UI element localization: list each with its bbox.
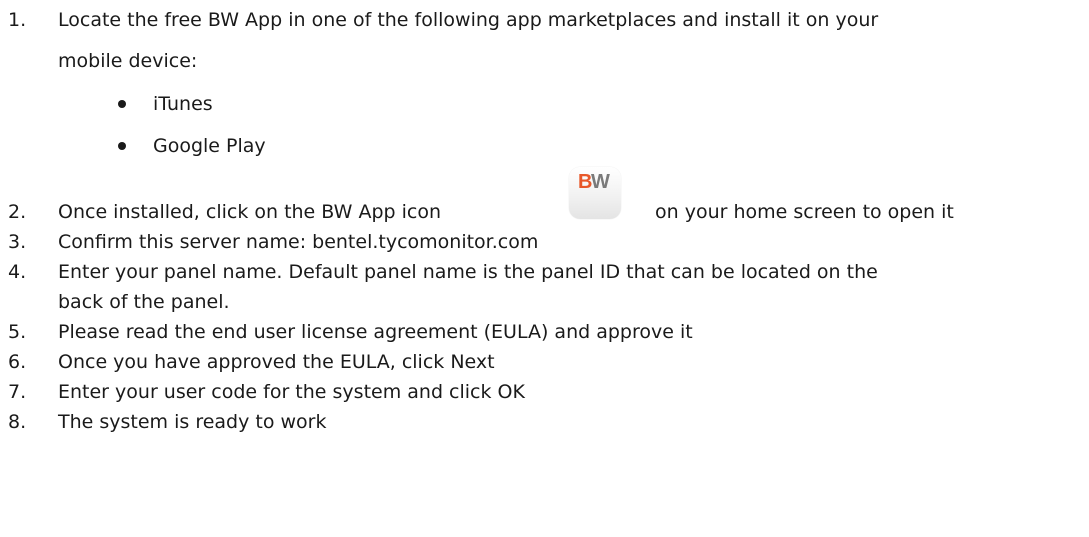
step-number: 2. bbox=[8, 201, 27, 223]
step-number: 3. bbox=[8, 231, 27, 253]
step-text: Confirm this server name: bentel.tycomon… bbox=[58, 231, 539, 253]
bw-app-icon: B W bbox=[569, 167, 621, 219]
bw-logo-letter-b: B bbox=[578, 171, 592, 193]
bullet-icon bbox=[118, 100, 126, 108]
marketplace-itunes: iTunes bbox=[153, 93, 213, 115]
step-number: 4. bbox=[8, 261, 27, 283]
marketplace-google-play: Google Play bbox=[153, 135, 266, 157]
step-text: Please read the end user license agreeme… bbox=[58, 321, 693, 343]
step-number: 8. bbox=[8, 411, 27, 433]
step-number: 1. bbox=[8, 9, 27, 31]
step-text: The system is ready to work bbox=[58, 411, 327, 433]
step-text-after-icon: on your home screen to open it bbox=[655, 201, 954, 223]
step-text: Locate the free BW App in one of the fol… bbox=[58, 9, 879, 31]
step-text: Once you have approved the EULA, click N… bbox=[58, 351, 495, 373]
step-text: Once installed, click on the BW App icon bbox=[58, 201, 442, 223]
step-text: Enter your user code for the system and … bbox=[58, 381, 525, 403]
step-text-continued: back of the panel. bbox=[58, 291, 230, 313]
step-number: 7. bbox=[8, 381, 27, 403]
bullet-icon bbox=[118, 142, 126, 150]
step-text-continued: mobile device: bbox=[58, 50, 198, 72]
step-text: Enter your panel name. Default panel nam… bbox=[58, 261, 878, 283]
step-number: 5. bbox=[8, 321, 27, 343]
instruction-document: 1. Locate the free BW App in one of the … bbox=[0, 0, 1089, 537]
step-number: 6. bbox=[8, 351, 27, 373]
bw-logo-letter-w: W bbox=[591, 171, 610, 193]
